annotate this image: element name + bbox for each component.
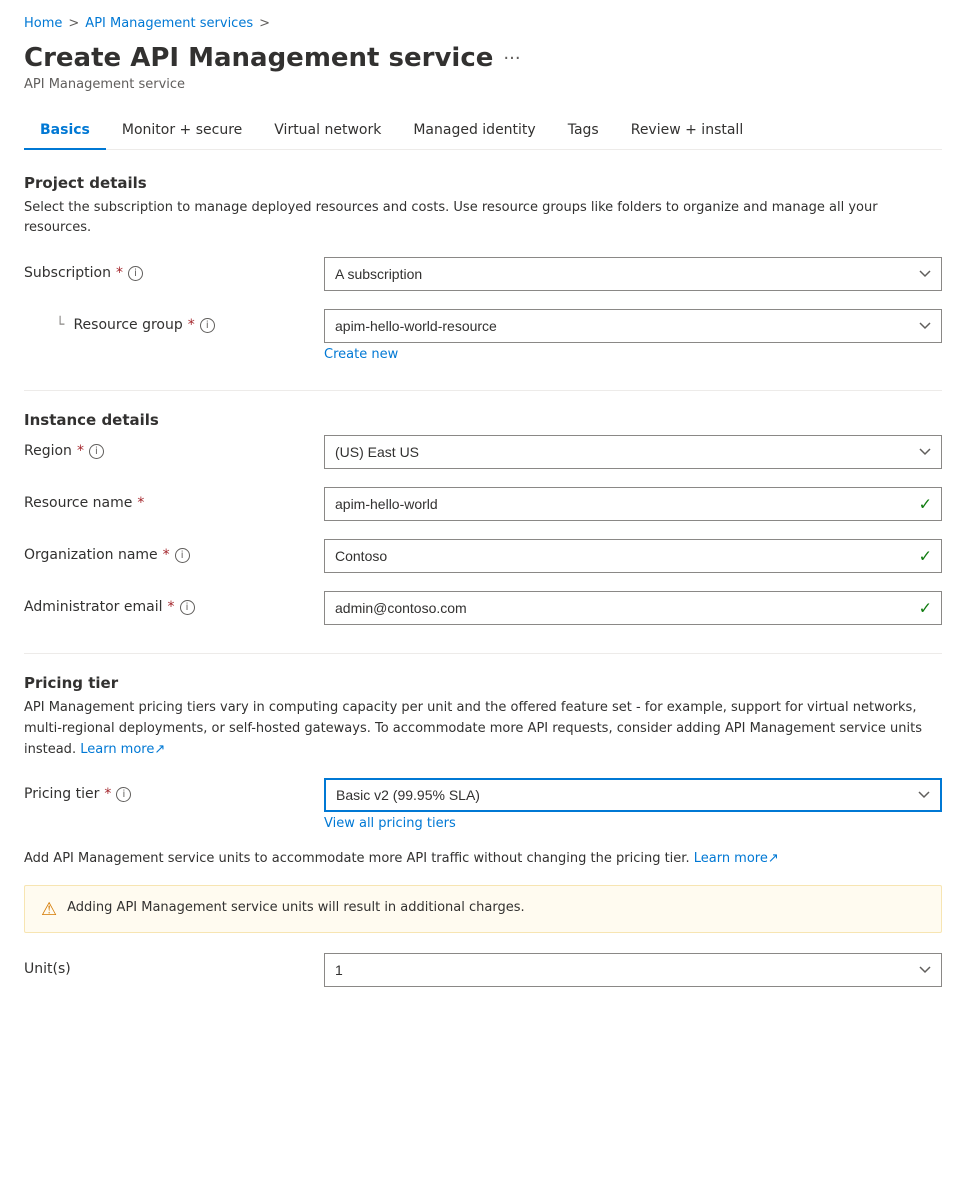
region-field-row: Region * i (US) East US	[24, 435, 942, 469]
resource-name-input-wrapper: ✓	[324, 487, 942, 521]
warning-box: ⚠ Adding API Management service units wi…	[24, 885, 942, 933]
pricing-tier-select[interactable]: Basic v2 (99.95% SLA)	[324, 778, 942, 812]
project-details-section: Project details Select the subscription …	[24, 174, 942, 362]
breadcrumb-sep1: >	[68, 16, 79, 31]
tab-review[interactable]: Review + install	[615, 112, 760, 150]
admin-email-input[interactable]	[324, 591, 942, 625]
tab-basics[interactable]: Basics	[24, 112, 106, 150]
pricing-tier-control: Basic v2 (99.95% SLA) View all pricing t…	[324, 778, 942, 831]
admin-email-field-row: Administrator email * i ✓	[24, 591, 942, 625]
instance-details-title: Instance details	[24, 411, 942, 429]
resource-group-field-row: └ Resource group * i apim-hello-world-re…	[24, 309, 942, 362]
organization-name-input[interactable]	[324, 539, 942, 573]
region-control: (US) East US	[324, 435, 942, 469]
tab-monitor[interactable]: Monitor + secure	[106, 112, 258, 150]
breadcrumb-home[interactable]: Home	[24, 16, 62, 31]
subscription-required: *	[116, 265, 123, 281]
resource-name-control: ✓	[324, 487, 942, 521]
admin-email-check-icon: ✓	[919, 599, 932, 618]
organization-name-info-icon[interactable]: i	[175, 548, 190, 563]
organization-name-field-row: Organization name * i ✓	[24, 539, 942, 573]
admin-email-label: Administrator email * i	[24, 591, 324, 615]
resource-group-control: apim-hello-world-resource Create new	[324, 309, 942, 362]
resource-group-label: └ Resource group * i	[24, 309, 324, 333]
organization-name-required: *	[163, 547, 170, 563]
region-label: Region * i	[24, 435, 324, 459]
admin-email-input-wrapper: ✓	[324, 591, 942, 625]
organization-name-control: ✓	[324, 539, 942, 573]
units-field-row: Unit(s) 1	[24, 953, 942, 987]
admin-email-required: *	[168, 599, 175, 615]
units-description: Add API Management service units to acco…	[24, 849, 942, 869]
page-title: Create API Management service ···	[24, 43, 942, 73]
resource-name-check-icon: ✓	[919, 495, 932, 514]
organization-name-label: Organization name * i	[24, 539, 324, 563]
tab-bar: Basics Monitor + secure Virtual network …	[24, 112, 942, 150]
breadcrumb: Home > API Management services >	[24, 16, 942, 31]
project-details-title: Project details	[24, 174, 942, 192]
organization-name-input-wrapper: ✓	[324, 539, 942, 573]
resource-name-required: *	[137, 495, 144, 511]
resource-group-info-icon[interactable]: i	[200, 318, 215, 333]
instance-details-section: Instance details Region * i (US) East US…	[24, 411, 942, 625]
breadcrumb-sep2: >	[259, 16, 270, 31]
units-learn-more-link[interactable]: Learn more↗	[694, 851, 779, 866]
region-info-icon[interactable]: i	[89, 444, 104, 459]
region-required: *	[77, 443, 84, 459]
project-details-description: Select the subscription to manage deploy…	[24, 198, 942, 237]
pricing-tier-label: Pricing tier * i	[24, 778, 324, 802]
warning-text: Adding API Management service units will…	[67, 898, 524, 918]
view-pricing-link[interactable]: View all pricing tiers	[324, 816, 456, 831]
pricing-tier-info-icon[interactable]: i	[116, 787, 131, 802]
subscription-select[interactable]: A subscription	[324, 257, 942, 291]
breadcrumb-api-management[interactable]: API Management services	[85, 16, 253, 31]
tab-vnet[interactable]: Virtual network	[258, 112, 397, 150]
create-new-link[interactable]: Create new	[324, 347, 398, 362]
region-select[interactable]: (US) East US	[324, 435, 942, 469]
pricing-learn-more-link[interactable]: Learn more↗	[80, 742, 165, 757]
pricing-tier-section: Pricing tier API Management pricing tier…	[24, 674, 942, 987]
tab-managed-identity[interactable]: Managed identity	[397, 112, 551, 150]
admin-email-control: ✓	[324, 591, 942, 625]
pricing-tier-required: *	[104, 786, 111, 802]
units-select[interactable]: 1	[324, 953, 942, 987]
resource-name-input[interactable]	[324, 487, 942, 521]
pricing-tier-title: Pricing tier	[24, 674, 942, 692]
page-title-text: Create API Management service	[24, 43, 493, 73]
units-label: Unit(s)	[24, 953, 324, 977]
organization-name-check-icon: ✓	[919, 547, 932, 566]
pricing-tier-field-row: Pricing tier * i Basic v2 (99.95% SLA) V…	[24, 778, 942, 831]
units-control: 1	[324, 953, 942, 987]
subscription-label: Subscription * i	[24, 257, 324, 281]
divider-2	[24, 653, 942, 654]
resource-name-label: Resource name *	[24, 487, 324, 511]
tab-tags[interactable]: Tags	[552, 112, 615, 150]
resource-name-field-row: Resource name * ✓	[24, 487, 942, 521]
subscription-control: A subscription	[324, 257, 942, 291]
admin-email-info-icon[interactable]: i	[180, 600, 195, 615]
more-options-button[interactable]: ···	[503, 48, 520, 69]
subscription-info-icon[interactable]: i	[128, 266, 143, 281]
divider-1	[24, 390, 942, 391]
warning-icon: ⚠	[41, 899, 57, 920]
page-subtitle: API Management service	[24, 77, 942, 92]
resource-group-required: *	[188, 317, 195, 333]
resource-group-select[interactable]: apim-hello-world-resource	[324, 309, 942, 343]
pricing-tier-description: API Management pricing tiers vary in com…	[24, 698, 942, 760]
subscription-field-row: Subscription * i A subscription	[24, 257, 942, 291]
